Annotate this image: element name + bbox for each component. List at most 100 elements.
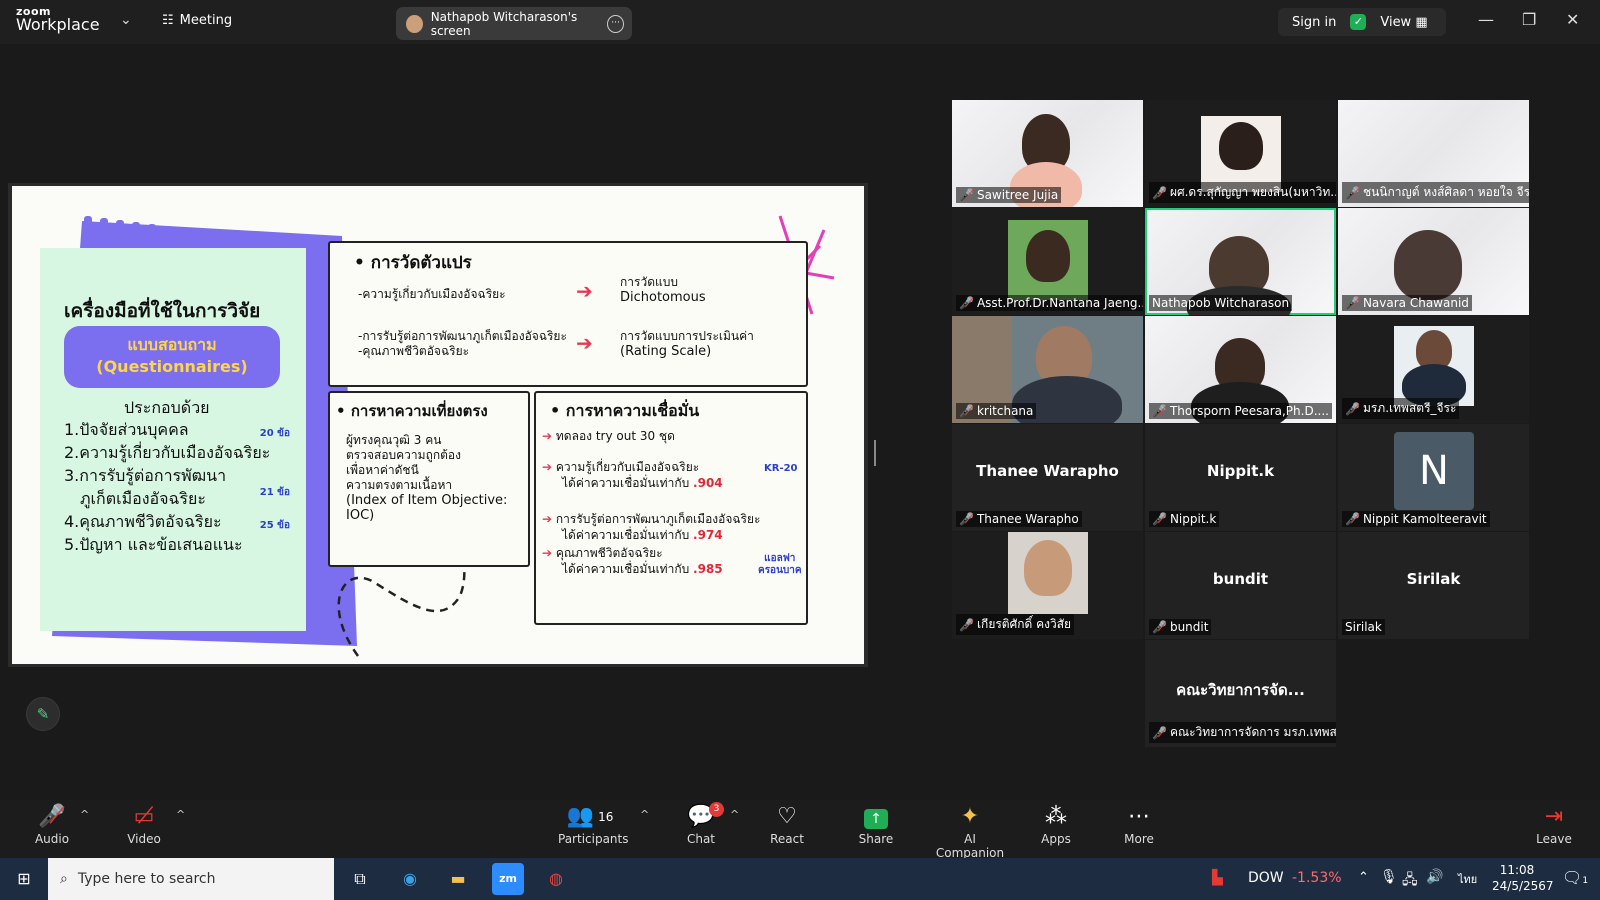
annotate-pencil-icon[interactable]: ✎ <box>26 697 60 731</box>
splitter-handle[interactable] <box>874 440 876 466</box>
sign-in-button[interactable]: Sign in <box>1292 15 1336 30</box>
rel-r1-b: ได้ค่าความเชื่อมั่นเท่ากับ <box>562 476 690 490</box>
leave-button[interactable]: ⇥ Leave <box>1536 802 1572 846</box>
participant-tile[interactable]: คณะวิทยาการจัด... 🎤̸ คณะวิทยาการจัดการ มร… <box>1145 640 1336 747</box>
close-icon[interactable]: ✕ <box>1566 10 1579 29</box>
kr20-label: KR-20 <box>764 463 798 474</box>
restore-icon[interactable]: ❐ <box>1522 10 1536 29</box>
chat-button[interactable]: 💬 3 Chat <box>684 802 724 846</box>
participant-name: 🎤̸ Thanee Warapho <box>956 511 1082 527</box>
network-icon[interactable]: 🖧 <box>1402 869 1418 893</box>
task-view-icon[interactable]: ⧉ <box>344 863 376 895</box>
chrome-icon[interactable]: ◍ <box>540 863 572 895</box>
participant-tile[interactable]: 🎤̸ Asst.Prof.Dr.Nantana Jaeng... <box>952 208 1143 315</box>
more-icon: ⋯ <box>1128 804 1150 829</box>
alpha-2: ครอนบาค <box>758 565 802 576</box>
meeting-menu[interactable]: ☷ Meeting <box>162 13 232 28</box>
participant-name: 🎤̸ Nippit Kamolteeravit <box>1342 511 1490 527</box>
participant-tile[interactable]: Thanee Warapho 🎤̸ Thanee Warapho <box>952 424 1143 531</box>
video-options-caret-icon[interactable]: ^ <box>176 808 185 821</box>
shield-icon[interactable]: ✓ <box>1350 14 1367 30</box>
zoom-app-icon[interactable]: zm <box>492 863 524 895</box>
item-text: 2.ความรู้เกี่ยวกับเมืองอัจฉริยะ <box>64 443 271 462</box>
participant-tile[interactable]: 🎤̸ Thorsporn Peesara,Ph.D.... <box>1145 316 1336 423</box>
windows-start-icon[interactable]: ⊞ <box>8 863 40 895</box>
participant-tile[interactable]: Sirilak Sirilak <box>1338 532 1529 639</box>
chevron-up-icon[interactable]: ⌃ <box>1358 870 1369 885</box>
more-options-icon[interactable]: ··· <box>607 14 624 33</box>
questionnaire-items: 1.ปัจจัยส่วนบุคคล 20 ข้อ 2.ความรู้เกี่ยวก… <box>64 418 304 556</box>
alpha-1: แอลฟา <box>764 553 796 564</box>
audio-options-caret-icon[interactable]: ^ <box>80 808 89 821</box>
participant-tile[interactable]: 🎤̸ มรภ.เทพสตรี_จีระ <box>1338 316 1529 423</box>
audio-label: Audio <box>34 832 70 846</box>
rel-r1-a: ความรู้เกี่ยวกับเมืองอัจฉริยะ <box>555 460 700 474</box>
participant-name-text: Sirilak <box>1345 620 1382 634</box>
var-row2-left-2: -คุณภาพชีวิตอัจฉริยะ <box>358 344 470 358</box>
sparkle-icon: ✦ <box>960 804 980 829</box>
reliability-row-2: ➔ การรับรู้ต่อการพัฒนาภูเก็ตเมืองอัจฉริย… <box>542 511 760 543</box>
participant-name-text: bundit <box>1169 620 1209 634</box>
participant-tile[interactable]: bundit 🎤̸ bundit <box>1145 532 1336 639</box>
title-bar: zoom Workplace ⌄ ☷ Meeting Nathapob Witc… <box>0 0 1600 44</box>
apps-button[interactable]: ⁂ Apps <box>1038 802 1074 846</box>
meeting-label: Meeting <box>179 13 233 28</box>
participant-tile[interactable]: Nathapob Witcharason <box>1145 208 1336 315</box>
participants-button[interactable]: 👥 16 Participants <box>558 802 629 846</box>
participant-tile[interactable]: Nippit.k 🎤̸ Nippit.k <box>1145 424 1336 531</box>
meeting-toolbar: 🎤̸ Audio ^ ▭̸ Video ^ 👥 16 Participants ^… <box>0 800 1600 860</box>
participants-icon: 👥 16 <box>566 804 614 829</box>
grid-icon: ▦ <box>1415 14 1428 30</box>
signin-view-group: Sign in ✓ View ▦ <box>1278 8 1446 36</box>
participant-display-name: Sirilak <box>1406 570 1461 588</box>
participant-tile[interactable]: N 🎤̸ Nippit Kamolteeravit <box>1338 424 1529 531</box>
var-row1-right: การวัดแบบ Dichotomous <box>620 275 706 305</box>
react-button[interactable]: ♡ React <box>768 802 806 846</box>
video-button[interactable]: ▭̸ Video <box>122 802 166 846</box>
participant-name-text: Sawitree Jujia <box>976 188 1059 202</box>
speaker-icon[interactable]: 🔊 <box>1426 869 1443 885</box>
participants-caret-icon[interactable]: ^ <box>640 808 649 821</box>
edge-icon[interactable]: ◉ <box>394 863 426 895</box>
share-button[interactable]: ↑ Share <box>856 802 896 846</box>
participant-name-text: kritchana <box>976 404 1034 418</box>
view-button[interactable]: View ▦ <box>1380 15 1427 30</box>
participant-tile[interactable]: 🎤̸ ชนนิกาญต์ หงส์ศิลดา หอยใจ จีร... <box>1338 100 1529 207</box>
rel-r3-value: .985 <box>693 562 723 576</box>
notification-icon[interactable]: 🗨1 <box>1562 868 1588 887</box>
ai-companion-button[interactable]: ✦ AI Companion <box>930 802 1010 860</box>
taskbar-search[interactable]: ⌕ Type here to search <box>48 858 334 900</box>
clock[interactable]: 11:08 24/5/2567 <box>1492 862 1554 894</box>
shared-screen-pill[interactable]: Nathapob Witcharason's screen ··· <box>396 7 632 40</box>
mic-icon[interactable]: 🎙 <box>1380 869 1398 885</box>
video-label: Video <box>127 832 161 846</box>
participant-video <box>1024 540 1072 596</box>
participant-name-text: Thorsporn Peesara,Ph.D.... <box>1169 404 1329 418</box>
participant-display-name: Thanee Warapho <box>976 462 1119 480</box>
minimize-icon[interactable]: — <box>1478 10 1494 29</box>
audio-button[interactable]: 🎤̸ Audio <box>30 802 74 846</box>
language-indicator[interactable]: ไทย <box>1458 870 1477 888</box>
mic-muted-icon: 🎤̸ <box>1152 620 1167 634</box>
item-text: 1.ปัจจัยส่วนบุคคล <box>64 420 189 439</box>
chat-caret-icon[interactable]: ^ <box>730 808 739 821</box>
rel-r3-a: คุณภาพชีวิตอัจฉริยะ <box>555 546 663 560</box>
file-explorer-icon[interactable]: ▬ <box>442 863 474 895</box>
chevron-down-icon[interactable]: ⌄ <box>120 12 132 28</box>
more-button[interactable]: ⋯ More <box>1122 802 1156 846</box>
participant-name-text: Nippit.k <box>1169 512 1217 526</box>
stock-name[interactable]: DOW <box>1248 870 1284 886</box>
participant-tile[interactable]: 🎤̸ kritchana <box>952 316 1143 423</box>
zoom-logo[interactable]: zoom Workplace <box>16 6 100 33</box>
participant-tile[interactable]: 🎤̸ Navara Chawanid <box>1338 208 1529 315</box>
participant-tile[interactable]: 🎤̸ เกียรติศักดิ์ คงวิสัย <box>952 532 1143 639</box>
participant-tile[interactable]: 🎤̸ Sawitree Jujia <box>952 100 1143 207</box>
participant-name: Nathapob Witcharason <box>1149 295 1293 311</box>
validity-line: ตรวจสอบความถูกต้อง <box>346 448 461 462</box>
participant-name: 🎤̸ bundit <box>1149 619 1212 635</box>
reliability-row-3: ➔ คุณภาพชีวิตอัจฉริยะ ได้ค่าความเชื่อมั่… <box>542 545 723 577</box>
cronbach-label: แอลฟา ครอนบาค <box>758 553 802 577</box>
validity-line: IOC) <box>346 508 375 523</box>
participant-tile[interactable]: 🎤̸ ผศ.ดร.สุกัญญา พยงสิน(มหาวิท... <box>1145 100 1336 207</box>
chat-badge: 3 <box>709 802 724 817</box>
